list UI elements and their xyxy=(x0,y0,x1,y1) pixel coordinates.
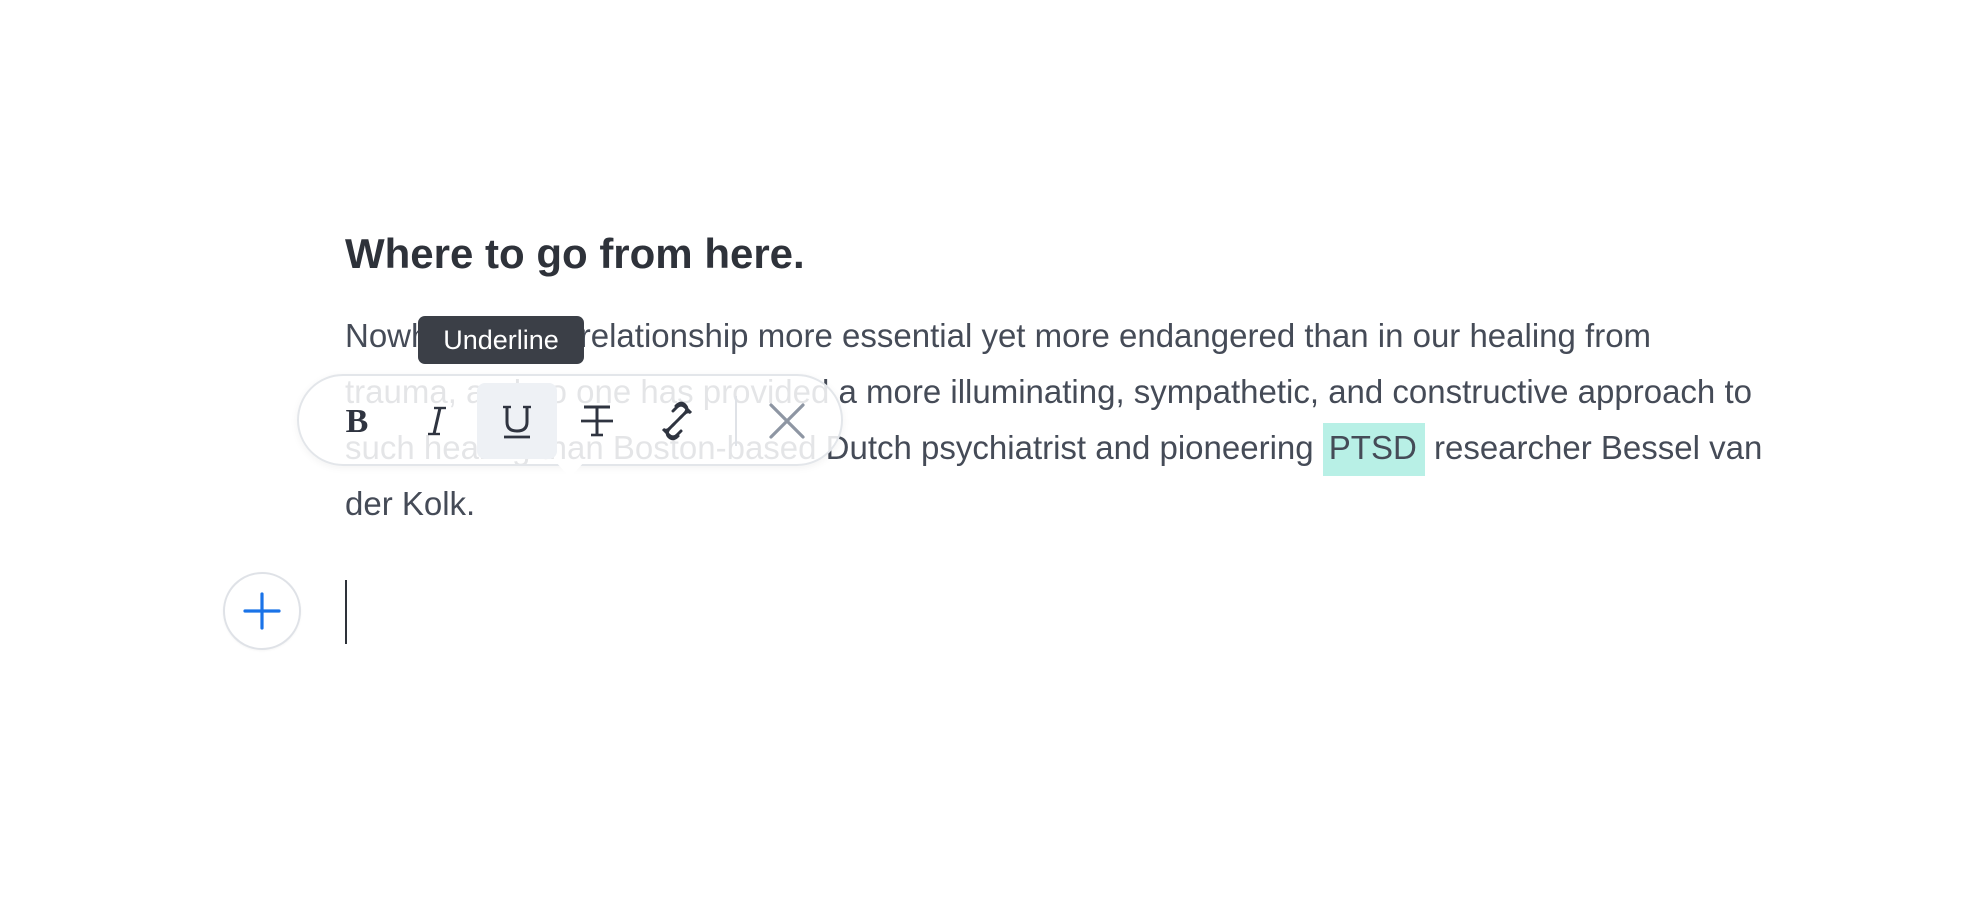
bold-icon: B xyxy=(346,403,369,440)
toolbar-divider xyxy=(735,396,737,446)
link-icon xyxy=(661,401,693,441)
strikethrough-icon xyxy=(581,405,613,437)
italic-icon xyxy=(428,406,446,436)
close-icon xyxy=(769,403,805,439)
add-block-button[interactable] xyxy=(223,572,301,650)
underline-icon xyxy=(503,405,531,439)
svg-text:B: B xyxy=(346,403,369,440)
section-heading[interactable]: Where to go from here. xyxy=(345,226,805,282)
italic-button[interactable] xyxy=(397,383,477,459)
plus-icon xyxy=(243,592,281,630)
strikethrough-button[interactable] xyxy=(557,383,637,459)
selected-text[interactable]: PTSD xyxy=(1322,423,1425,476)
formatting-toolbar: B xyxy=(297,374,843,466)
underline-button[interactable] xyxy=(477,383,557,459)
close-toolbar-button[interactable] xyxy=(747,383,827,459)
underline-tooltip: Underline xyxy=(418,316,584,364)
editor[interactable]: Where to go from here. Nowhere is this r… xyxy=(0,0,1964,912)
toolbar-pointer xyxy=(556,462,584,478)
bold-button[interactable]: B xyxy=(317,383,397,459)
link-button[interactable] xyxy=(637,383,717,459)
text-cursor xyxy=(345,580,347,644)
